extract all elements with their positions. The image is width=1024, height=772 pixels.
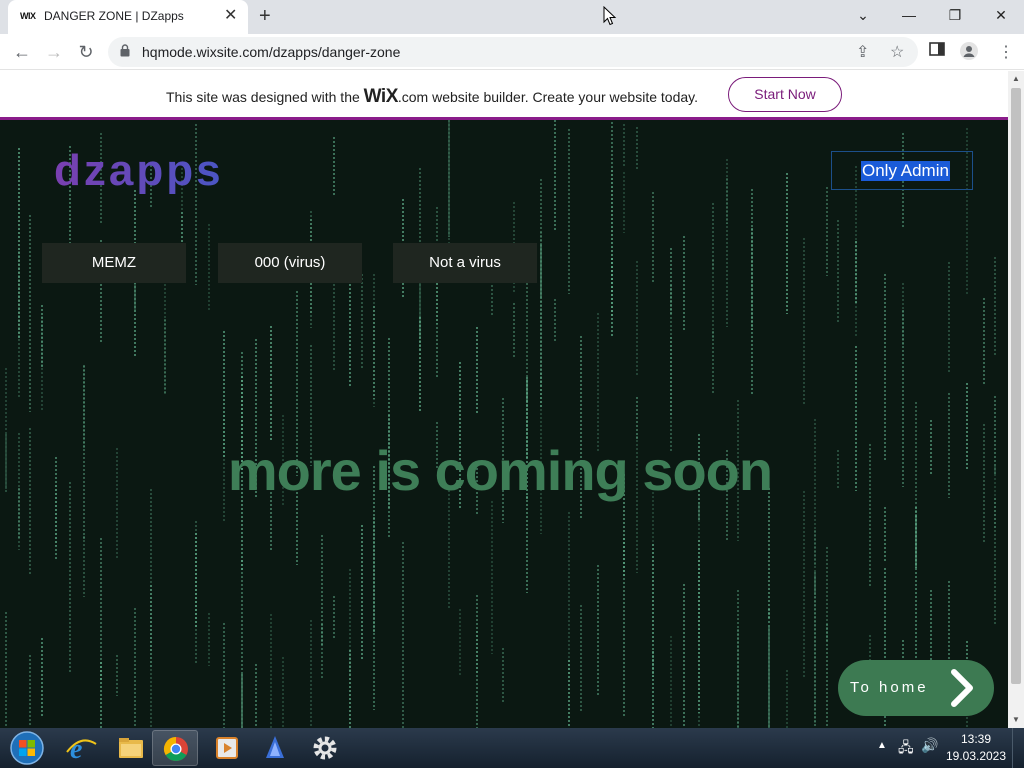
taskbar-ie-icon[interactable]: e — [58, 730, 104, 766]
taskbar-explorer-icon[interactable] — [108, 730, 154, 766]
minimize-icon[interactable]: — — [894, 4, 924, 26]
to-home-label: To home — [850, 679, 929, 696]
lock-icon[interactable] — [120, 44, 130, 60]
tab-strip: WIX DANGER ZONE | DZapps ✕ + ⌄ — ❐ ✕ — [0, 0, 1024, 34]
profile-avatar-icon[interactable] — [960, 42, 978, 65]
menu-not-a-virus-button[interactable]: Not a virus — [393, 243, 537, 283]
scroll-down-icon[interactable]: ▼ — [1008, 712, 1024, 728]
page-content: dzapps Only Admin MEMZ 000 (virus) Not a… — [0, 120, 1008, 728]
forward-icon[interactable]: → — [42, 40, 66, 64]
tab-close-icon[interactable]: ✕ — [224, 7, 237, 25]
site-logo[interactable]: dzapps — [54, 146, 224, 196]
chevron-right-icon — [951, 669, 973, 707]
matrix-rain-background — [5, 120, 996, 728]
taskbar-app-icon[interactable] — [252, 730, 298, 766]
address-bar[interactable]: hqmode.wixsite.com/dzapps/danger-zone ⇪ … — [108, 37, 918, 67]
wix-logo: WiX — [363, 86, 399, 107]
url-text[interactable]: hqmode.wixsite.com/dzapps/danger-zone — [142, 44, 400, 60]
page-scrollbar[interactable]: ▲ ▼ — [1008, 71, 1024, 728]
windows-taskbar: e ▲ 🖧 🔊 13:39 19.03.2023 — [0, 728, 1024, 768]
bookmark-star-icon[interactable]: ☆ — [890, 42, 904, 62]
taskbar-settings-gear-icon[interactable] — [302, 730, 348, 766]
only-admin-button[interactable]: Only Admin — [831, 151, 973, 190]
start-now-button[interactable]: Start Now — [728, 77, 842, 112]
volume-icon[interactable]: 🔊 — [921, 737, 938, 754]
clock-date[interactable]: 19.03.2023 — [945, 749, 1007, 763]
clock-time[interactable]: 13:39 — [950, 732, 1002, 746]
tray-expand-icon[interactable]: ▲ — [877, 740, 887, 751]
mouse-cursor-icon — [603, 6, 617, 26]
menu-memz-button[interactable]: MEMZ — [42, 243, 186, 283]
windows-logo-icon — [10, 731, 44, 765]
scroll-thumb[interactable] — [1011, 88, 1021, 684]
show-desktop-button[interactable] — [1012, 728, 1024, 768]
scroll-up-icon[interactable]: ▲ — [1008, 71, 1024, 87]
wix-banner: This site was designed with the WiX.com … — [0, 71, 1008, 120]
taskbar-chrome-icon[interactable] — [152, 730, 198, 766]
wix-banner-text: This site was designed with the WiX.com … — [166, 86, 698, 107]
tab-title: DANGER ZONE | DZapps — [44, 9, 184, 23]
new-tab-icon[interactable]: + — [259, 4, 271, 28]
svg-text:e: e — [70, 734, 82, 765]
close-window-icon[interactable]: ✕ — [986, 4, 1016, 26]
taskbar-media-player-icon[interactable] — [204, 730, 250, 766]
wix-favicon-icon: WIX — [20, 11, 36, 21]
share-icon[interactable]: ⇪ — [856, 42, 869, 62]
coming-soon-headline: more is coming soon — [227, 439, 773, 502]
only-admin-label: Only Admin — [861, 161, 950, 181]
reload-icon[interactable]: ↻ — [74, 40, 98, 64]
browser-toolbar: ← → ↻ hqmode.wixsite.com/dzapps/danger-z… — [0, 34, 1024, 70]
start-button[interactable] — [8, 730, 46, 766]
menu-000-virus-button[interactable]: 000 (virus) — [218, 243, 362, 283]
restore-icon[interactable]: ❐ — [940, 4, 970, 26]
tab-search-icon[interactable]: ⌄ — [848, 4, 878, 26]
to-home-button[interactable]: To home — [838, 660, 994, 716]
network-icon[interactable]: 🖧 — [898, 737, 914, 761]
side-panel-icon[interactable] — [929, 42, 945, 61]
menu-kebab-icon[interactable]: ⋮ — [998, 42, 1014, 62]
back-icon[interactable]: ← — [10, 40, 34, 64]
browser-tab[interactable]: WIX DANGER ZONE | DZapps ✕ — [8, 0, 248, 34]
